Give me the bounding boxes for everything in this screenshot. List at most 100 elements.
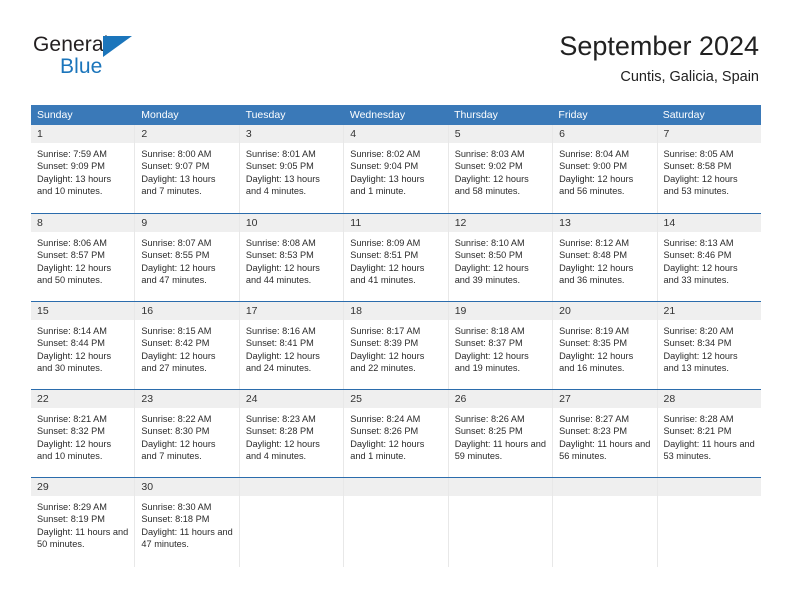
calendar-day-cell[interactable]: 18 Sunrise: 8:17 AM Sunset: 8:39 PM Dayligh… <box>344 302 449 389</box>
sunset-text: Sunset: 8:23 PM <box>559 426 628 437</box>
sunset-text: Sunset: 8:48 PM <box>559 250 628 261</box>
calendar-week-row: 15 Sunrise: 8:14 AM Sunset: 8:44 PM Dayligh… <box>31 301 761 389</box>
calendar-day-cell[interactable]: 6 Sunrise: 8:04 AM Sunset: 9:00 PM Daylight… <box>553 125 658 213</box>
day-number: 29 <box>31 478 135 496</box>
daylight-text: Daylight: 11 hours and 47 minutes. <box>141 526 233 550</box>
calendar-day-cell[interactable]: 16 Sunrise: 8:15 AM Sunset: 8:42 PM Dayligh… <box>135 302 240 389</box>
calendar-day-cell[interactable]: 11 Sunrise: 8:09 AM Sunset: 8:51 PM Dayligh… <box>344 214 449 301</box>
sunset-text: Sunset: 8:26 PM <box>350 426 419 437</box>
calendar-day-cell[interactable]: 3 Sunrise: 8:01 AM Sunset: 9:05 PM Daylight… <box>239 125 345 213</box>
day-number <box>344 478 448 496</box>
calendar-day-cell[interactable]: 13 Sunrise: 8:12 AM Sunset: 8:48 PM Dayligh… <box>553 214 658 301</box>
calendar-day-cell[interactable]: 30 Sunrise: 8:30 AM Sunset: 8:18 PM Dayligh… <box>135 478 240 567</box>
day-number: 7 <box>657 125 761 143</box>
day-details: Sunrise: 8:08 AM Sunset: 8:53 PM Daylight:… <box>240 232 343 287</box>
calendar-day-cell[interactable]: 25 Sunrise: 8:24 AM Sunset: 8:26 PM Dayligh… <box>344 390 449 477</box>
sunset-text: Sunset: 9:05 PM <box>245 161 314 172</box>
calendar-day-cell[interactable]: 5 Sunrise: 8:03 AM Sunset: 9:02 PM Daylight… <box>448 125 554 213</box>
day-number: 18 <box>344 302 448 320</box>
title-block: September 2024 Cuntis, Galicia, Spain <box>559 30 759 86</box>
sunrise-text: Sunrise: 8:24 AM <box>350 414 421 424</box>
calendar-week-row: 29 Sunrise: 8:29 AM Sunset: 8:19 PM Dayligh… <box>31 477 761 567</box>
daylight-text: Daylight: 13 hours and 10 minutes. <box>37 173 112 197</box>
day-number <box>239 478 344 496</box>
day-number: 12 <box>448 214 553 232</box>
day-number: 4 <box>344 125 448 143</box>
sunrise-text: Sunrise: 8:28 AM <box>663 414 734 424</box>
sunrise-text: Sunrise: 7:59 AM <box>37 149 107 159</box>
day-number: 13 <box>553 214 657 232</box>
calendar-day-cell[interactable]: 22 Sunrise: 8:21 AM Sunset: 8:32 PM Dayligh… <box>31 390 136 477</box>
calendar-day-cell[interactable]: 19 Sunrise: 8:18 AM Sunset: 8:37 PM Dayligh… <box>448 302 554 389</box>
daylight-text: Daylight: 12 hours and 1 minute. <box>350 438 425 462</box>
calendar-week-row: 1 Sunrise: 7:59 AM Sunset: 9:09 PM Daylight… <box>31 125 761 213</box>
sunrise-text: Sunrise: 8:05 AM <box>663 149 734 159</box>
page-subtitle: Cuntis, Galicia, Spain <box>620 69 759 85</box>
daylight-text: Daylight: 12 hours and 19 minutes. <box>454 350 529 374</box>
sunset-text: Sunset: 8:44 PM <box>37 338 105 349</box>
sunrise-text: Sunrise: 8:08 AM <box>245 238 316 248</box>
calendar-day-cell[interactable]: 10 Sunrise: 8:08 AM Sunset: 8:53 PM Dayligh… <box>239 214 345 301</box>
sunset-text: Sunset: 9:02 PM <box>454 161 523 172</box>
sunrise-text: Sunrise: 8:10 AM <box>454 238 525 248</box>
sunrise-text: Sunrise: 8:00 AM <box>141 149 212 159</box>
daylight-text: Daylight: 11 hours and 50 minutes. <box>37 526 129 550</box>
calendar-day-cell[interactable]: 21 Sunrise: 8:20 AM Sunset: 8:34 PM Dayligh… <box>657 302 761 389</box>
calendar-day-cell[interactable]: 15 Sunrise: 8:14 AM Sunset: 8:44 PM Dayligh… <box>31 302 136 389</box>
calendar-day-cell[interactable]: 28 Sunrise: 8:28 AM Sunset: 8:21 PM Dayligh… <box>657 390 761 477</box>
sunset-text: Sunset: 8:42 PM <box>141 338 210 349</box>
daylight-text: Daylight: 12 hours and 4 minutes. <box>245 438 320 462</box>
calendar-day-cell[interactable]: 24 Sunrise: 8:23 AM Sunset: 8:28 PM Dayligh… <box>239 390 345 477</box>
calendar-day-cell[interactable]: 4 Sunrise: 8:02 AM Sunset: 9:04 PM Daylight… <box>344 125 449 213</box>
day-details: Sunrise: 8:15 AM Sunset: 8:42 PM Daylight:… <box>135 320 238 375</box>
day-details: Sunrise: 8:13 AM Sunset: 8:46 PM Daylight:… <box>658 232 761 287</box>
sunrise-text: Sunrise: 8:18 AM <box>454 326 525 336</box>
day-details: Sunrise: 8:29 AM Sunset: 8:19 PM Daylight:… <box>31 496 134 551</box>
day-number: 6 <box>553 125 657 143</box>
sunrise-text: Sunrise: 8:22 AM <box>141 414 212 424</box>
calendar-day-cell[interactable]: 27 Sunrise: 8:27 AM Sunset: 8:23 PM Dayligh… <box>553 390 658 477</box>
daylight-text: Daylight: 12 hours and 33 minutes. <box>663 262 738 286</box>
calendar-day-cell[interactable]: 14 Sunrise: 8:13 AM Sunset: 8:46 PM Dayligh… <box>657 214 761 301</box>
calendar-day-cell[interactable]: 7 Sunrise: 8:05 AM Sunset: 8:58 PM Daylight… <box>657 125 761 213</box>
calendar-day-cell[interactable]: 23 Sunrise: 8:22 AM Sunset: 8:30 PM Dayligh… <box>135 390 240 477</box>
calendar-day-cell-empty <box>344 478 449 567</box>
generalblue-logo[interactable]: General Blue <box>33 34 223 86</box>
calendar-day-cell-empty <box>657 478 761 567</box>
day-number: 21 <box>657 302 761 320</box>
day-number: 24 <box>239 390 344 408</box>
calendar-day-cell[interactable]: 12 Sunrise: 8:10 AM Sunset: 8:50 PM Dayligh… <box>448 214 554 301</box>
calendar-day-cell[interactable]: 1 Sunrise: 7:59 AM Sunset: 9:09 PM Daylight… <box>31 125 136 213</box>
calendar-day-cell[interactable]: 2 Sunrise: 8:00 AM Sunset: 9:07 PM Daylight… <box>135 125 240 213</box>
day-details: Sunrise: 8:06 AM Sunset: 8:57 PM Daylight:… <box>31 232 134 287</box>
calendar-week-row: 8 Sunrise: 8:06 AM Sunset: 8:57 PM Daylight… <box>31 213 761 301</box>
calendar-day-cell-empty <box>239 478 345 567</box>
day-number: 26 <box>448 390 553 408</box>
weekday-header-row: Sunday Monday Tuesday Wednesday Thursday… <box>31 105 761 125</box>
calendar-day-cell[interactable]: 29 Sunrise: 8:29 AM Sunset: 8:19 PM Dayligh… <box>31 478 136 567</box>
day-number: 1 <box>31 125 135 143</box>
calendar-day-cell[interactable]: 26 Sunrise: 8:26 AM Sunset: 8:25 PM Dayligh… <box>448 390 554 477</box>
sunset-text: Sunset: 9:07 PM <box>141 161 210 172</box>
day-details: Sunrise: 8:19 AM Sunset: 8:35 PM Daylight:… <box>553 320 656 375</box>
day-details: Sunrise: 8:00 AM Sunset: 9:07 PM Daylight:… <box>135 143 238 198</box>
daylight-text: Daylight: 13 hours and 7 minutes. <box>141 173 216 197</box>
day-number: 9 <box>135 214 239 232</box>
calendar-day-cell[interactable]: 20 Sunrise: 8:19 AM Sunset: 8:35 PM Dayligh… <box>553 302 658 389</box>
page-title: September 2024 <box>559 31 759 61</box>
calendar-day-cell[interactable]: 17 Sunrise: 8:16 AM Sunset: 8:41 PM Dayligh… <box>239 302 345 389</box>
sunset-text: Sunset: 8:32 PM <box>37 426 105 437</box>
sunrise-text: Sunrise: 8:03 AM <box>454 149 525 159</box>
sunset-text: Sunset: 8:28 PM <box>245 426 314 437</box>
sunrise-text: Sunrise: 8:17 AM <box>350 326 421 336</box>
calendar-day-cell[interactable]: 9 Sunrise: 8:07 AM Sunset: 8:55 PM Daylight… <box>135 214 240 301</box>
logo-text-general: General <box>33 33 109 56</box>
sunset-text: Sunset: 8:46 PM <box>663 250 732 261</box>
day-details: Sunrise: 8:16 AM Sunset: 8:41 PM Daylight:… <box>240 320 343 375</box>
day-details: Sunrise: 7:59 AM Sunset: 9:09 PM Daylight:… <box>31 143 134 198</box>
sunrise-text: Sunrise: 8:27 AM <box>559 414 630 424</box>
day-details: Sunrise: 8:03 AM Sunset: 9:02 PM Daylight:… <box>449 143 552 198</box>
calendar-day-cell[interactable]: 8 Sunrise: 8:06 AM Sunset: 8:57 PM Daylight… <box>31 214 136 301</box>
sunrise-text: Sunrise: 8:26 AM <box>454 414 525 424</box>
sunset-text: Sunset: 8:50 PM <box>454 250 523 261</box>
